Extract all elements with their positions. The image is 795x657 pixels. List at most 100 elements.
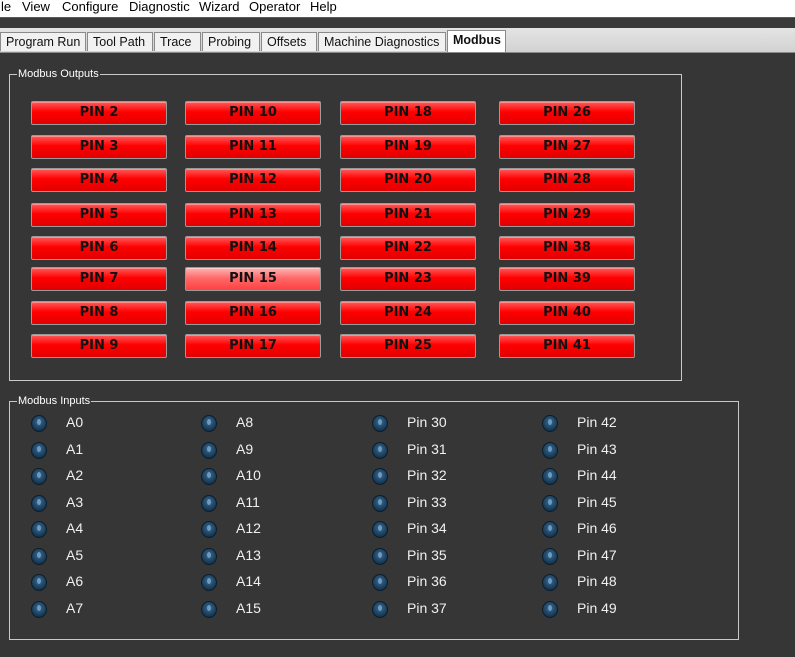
output-pin-21-button[interactable]: PIN 21 [340,203,476,227]
input-label: Pin 49 [577,600,617,616]
tab-offsets[interactable]: Offsets [261,32,317,51]
output-pin-25-button[interactable]: PIN 25 [340,334,476,358]
led-indicator-icon [542,495,558,512]
output-pin-17-button[interactable]: PIN 17 [185,334,321,358]
output-pin-6-button[interactable]: PIN 6 [31,236,167,260]
modbus-inputs-group: Modbus Inputs A0 A1 A2 A3 A4 A5 A6 A7 A8 A9 A10 A11… [9,395,739,640]
led-indicator-icon [372,521,388,538]
output-pin-19-button[interactable]: PIN 19 [340,135,476,159]
input-label: A14 [236,573,261,589]
input-label: A4 [66,520,84,536]
led-indicator-icon [372,415,388,432]
input-label: Pin 37 [407,600,447,616]
input-label: A10 [236,467,261,483]
output-pin-39-button[interactable]: PIN 39 [499,267,635,291]
input-label: A5 [66,547,84,563]
input-label: A8 [236,414,254,430]
output-pin-13-button[interactable]: PIN 13 [185,203,321,227]
output-pin-15-button[interactable]: PIN 15 [185,267,321,291]
input-label: Pin 48 [577,573,617,589]
menu-diagnostic[interactable]: Diagnostic [128,0,191,14]
output-pin-18-button[interactable]: PIN 18 [340,101,476,125]
input-label: A11 [236,494,260,510]
menu-file[interactable]: le [0,0,12,14]
output-pin-28-button[interactable]: PIN 28 [499,168,635,192]
input-label: A15 [236,600,261,616]
modbus-panel: Modbus Outputs PIN 2 PIN 3 PIN 4 PIN 5 PIN 6… [0,53,795,657]
led-indicator-icon [201,548,217,565]
menu-help[interactable]: Help [309,0,338,14]
modbus-outputs-title: Modbus Outputs [17,68,100,80]
input-label: Pin 35 [407,547,447,563]
tab-tool-path[interactable]: Tool Path [87,32,153,51]
led-indicator-icon [31,574,47,591]
led-indicator-icon [542,548,558,565]
output-pin-7-button[interactable]: PIN 7 [31,267,167,291]
led-indicator-icon [542,415,558,432]
output-pin-11-button[interactable]: PIN 11 [185,135,321,159]
tab-modbus[interactable]: Modbus [447,30,506,52]
modbus-outputs-group: Modbus Outputs PIN 2 PIN 3 PIN 4 PIN 5 PIN 6… [9,68,682,381]
input-label: Pin 47 [577,547,617,563]
tab-bar: Program Run Tool Path Trace Probing Offs… [0,28,795,53]
tab-trace[interactable]: Trace [154,32,201,51]
menu-wizard[interactable]: Wizard [198,0,240,14]
output-pin-41-button[interactable]: PIN 41 [499,334,635,358]
input-label: Pin 44 [577,467,617,483]
input-label: A2 [66,467,84,483]
led-indicator-icon [31,601,47,618]
led-indicator-icon [201,521,217,538]
output-pin-8-button[interactable]: PIN 8 [31,301,167,325]
led-indicator-icon [542,521,558,538]
led-indicator-icon [372,495,388,512]
led-indicator-icon [542,574,558,591]
tab-machine-diagnostics[interactable]: Machine Diagnostics [318,32,446,51]
output-pin-20-button[interactable]: PIN 20 [340,168,476,192]
input-label: A9 [236,441,254,457]
menu-operator[interactable]: Operator [248,0,301,14]
led-indicator-icon [542,442,558,459]
input-label: Pin 42 [577,414,617,430]
input-label: Pin 34 [407,520,447,536]
tab-program-run[interactable]: Program Run [0,32,86,51]
output-pin-23-button[interactable]: PIN 23 [340,267,476,291]
led-indicator-icon [31,548,47,565]
output-pin-24-button[interactable]: PIN 24 [340,301,476,325]
tab-probing[interactable]: Probing [202,32,260,51]
output-pin-26-button[interactable]: PIN 26 [499,101,635,125]
output-pin-14-button[interactable]: PIN 14 [185,236,321,260]
led-indicator-icon [201,415,217,432]
led-indicator-icon [542,601,558,618]
output-pin-22-button[interactable]: PIN 22 [340,236,476,260]
input-label: Pin 30 [407,414,447,430]
led-indicator-icon [372,468,388,485]
menu-configure[interactable]: Configure [61,0,119,14]
input-label: Pin 32 [407,467,447,483]
output-pin-27-button[interactable]: PIN 27 [499,135,635,159]
output-pin-16-button[interactable]: PIN 16 [185,301,321,325]
menu-view[interactable]: View [21,0,51,14]
input-label: A1 [66,441,84,457]
output-pin-5-button[interactable]: PIN 5 [31,203,167,227]
input-label: A6 [66,573,84,589]
input-label: Pin 33 [407,494,447,510]
input-label: A13 [236,547,261,563]
output-pin-4-button[interactable]: PIN 4 [31,168,167,192]
output-pin-2-button[interactable]: PIN 2 [31,101,167,125]
output-pin-3-button[interactable]: PIN 3 [31,135,167,159]
led-indicator-icon [31,442,47,459]
modbus-inputs-title: Modbus Inputs [17,395,92,407]
output-pin-9-button[interactable]: PIN 9 [31,334,167,358]
input-label: A7 [66,600,84,616]
led-indicator-icon [31,415,47,432]
output-pin-38-button[interactable]: PIN 38 [499,236,635,260]
input-label: A0 [66,414,84,430]
output-pin-12-button[interactable]: PIN 12 [185,168,321,192]
output-pin-10-button[interactable]: PIN 10 [185,101,321,125]
led-indicator-icon [372,548,388,565]
input-label: A12 [236,520,261,536]
led-indicator-icon [201,468,217,485]
output-pin-40-button[interactable]: PIN 40 [499,301,635,325]
output-pin-29-button[interactable]: PIN 29 [499,203,635,227]
led-indicator-icon [31,468,47,485]
